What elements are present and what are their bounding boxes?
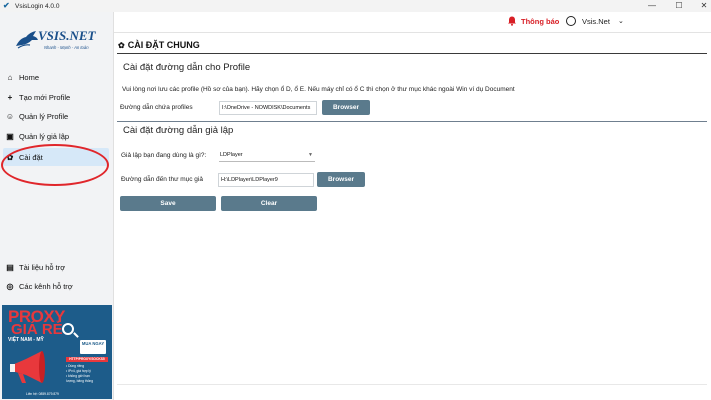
- megaphone-icon: [10, 351, 45, 383]
- top-header: Thông báo Vsis.Net ⌄: [114, 12, 711, 33]
- user-menu[interactable]: Vsis.Net ⌄: [566, 16, 624, 26]
- support-icon: ◎: [6, 281, 14, 291]
- buy-now-badge: MUA NGAY: [80, 340, 106, 354]
- banner-protocols: HTTP/PROXY/SOCKS5: [66, 357, 108, 362]
- proxy-ad-banner[interactable]: PROXY GIÁ RẺ VIỆT NAM - MỸ MUA NGAY HTTP…: [2, 305, 112, 399]
- user-name: Vsis.Net: [582, 16, 610, 26]
- banner-subtitle: GIÁ RẺ: [11, 321, 63, 338]
- sidebar: VSIS.NET Nhanh - Mạnh - An toàn ⌂ Home +…: [0, 12, 114, 400]
- sidebar-item-label: Tạo mới Profile: [19, 92, 71, 102]
- emulator-icon: ▣: [6, 131, 14, 141]
- profile-path-input[interactable]: I:\OneDrive - NOWDISK\Documents: [219, 101, 317, 115]
- minimize-button[interactable]: —: [637, 0, 667, 12]
- home-icon: ⌂: [7, 72, 13, 82]
- banner-contact: Liên hệ: 0859.879.879: [26, 392, 59, 396]
- clear-button[interactable]: Clear: [221, 196, 317, 211]
- logo-tagline: Nhanh - Mạnh - An toàn: [44, 45, 89, 50]
- chevron-down-icon: ⌄: [617, 18, 624, 25]
- footer-divider: [117, 384, 707, 385]
- sidebar-item-home[interactable]: ⌂ Home: [0, 68, 113, 86]
- gear-icon: ✿: [6, 152, 14, 162]
- sidebar-item-manage-profile[interactable]: ☺ Quản lý Profile: [0, 107, 113, 125]
- emulator-section-heading: Cài đặt đường dẫn giả lập: [123, 125, 234, 136]
- bell-icon: [508, 16, 516, 26]
- gear-icon: ✿: [118, 40, 125, 50]
- sidebar-item-settings[interactable]: ✿ Cài đặt: [3, 148, 109, 166]
- app-icon: ✔: [3, 1, 10, 10]
- notification-label: Thông báo: [521, 16, 560, 26]
- logo-name: VSIS.NET: [38, 28, 96, 43]
- chevron-down-icon: ▼: [308, 152, 313, 158]
- magnifier-handle: [73, 332, 79, 338]
- profile-browse-button[interactable]: Browser: [322, 100, 370, 115]
- emulator-folder-input[interactable]: H:\LDPlayer\LDPlayer9: [218, 173, 314, 187]
- close-button[interactable]: ✕: [689, 0, 711, 12]
- save-button[interactable]: Save: [120, 196, 216, 211]
- sidebar-item-label: Quản lý Profile: [19, 111, 69, 121]
- user-icon: [566, 16, 576, 26]
- banner-feature: lượng, băng thông: [66, 379, 94, 383]
- sidebar-item-support[interactable]: ◎ Các kênh hỗ trợ: [0, 277, 113, 295]
- document-icon: ▤: [6, 262, 14, 272]
- plus-icon: +: [7, 92, 13, 102]
- sidebar-item-label: Các kênh hỗ trợ: [19, 281, 73, 291]
- title-divider: [117, 53, 707, 54]
- emulator-browse-button[interactable]: Browser: [317, 172, 365, 187]
- profile-section-description: Vui lòng nơi lưu các profile (Hồ sơ của …: [122, 86, 515, 93]
- window-titlebar: ✔ VsisLogin 4.0.0 — ☐ ✕: [0, 0, 711, 12]
- window-title: VsisLogin 4.0.0: [15, 2, 60, 10]
- sidebar-item-label: Tài liệu hỗ trợ: [19, 262, 66, 272]
- emulator-type-label: Giả lập bạn đang dùng là gì?:: [121, 152, 207, 159]
- horse-logo-icon: [16, 31, 38, 49]
- profile-section-heading: Cài đặt đường dẫn cho Profile: [123, 62, 251, 73]
- vsis-logo: VSIS.NET Nhanh - Mạnh - An toàn: [14, 26, 104, 62]
- emulator-folder-label: Đường dẫn đến thư mục giả: [121, 176, 203, 183]
- section-divider: [117, 121, 707, 122]
- sidebar-item-docs[interactable]: ▤ Tài liệu hỗ trợ: [0, 258, 113, 276]
- sidebar-item-new-profile[interactable]: + Tạo mới Profile: [0, 88, 113, 106]
- profile-path-label: Đường dẫn chứa profiles: [120, 104, 193, 111]
- emulator-type-value: LDPlayer: [220, 152, 243, 158]
- sidebar-item-label: Cài đặt: [19, 152, 43, 162]
- banner-features: • Dùng riêng • IPv4, giá hợp lý • không …: [66, 364, 110, 384]
- sidebar-item-label: Home: [19, 72, 40, 82]
- banner-region: VIỆT NAM - MỸ: [8, 337, 44, 343]
- page-title: ✿ CÀI ĐẶT CHUNG: [118, 40, 200, 50]
- notification-button[interactable]: Thông báo: [507, 16, 559, 26]
- page-title-text: CÀI ĐẶT CHUNG: [127, 40, 200, 50]
- emulator-type-select[interactable]: LDPlayer ▼: [219, 150, 315, 162]
- profile-icon: ☺: [5, 111, 15, 121]
- sidebar-item-manage-emulator[interactable]: ▣ Quản lý giả lập: [0, 127, 113, 145]
- sidebar-item-label: Quản lý giả lập: [19, 131, 70, 141]
